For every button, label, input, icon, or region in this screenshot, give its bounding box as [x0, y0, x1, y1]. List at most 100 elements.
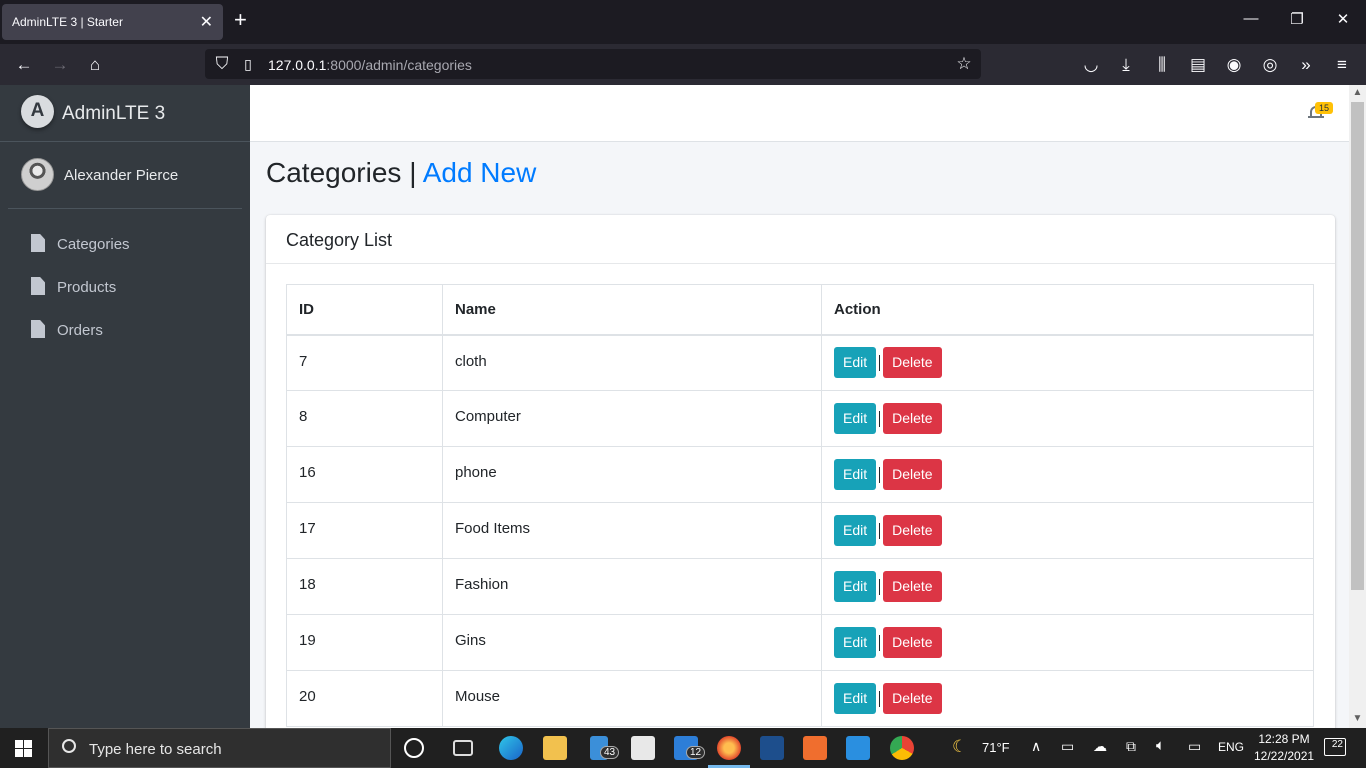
vscode-icon[interactable]: [846, 736, 870, 760]
overflow-chevron-icon[interactable]: »: [1295, 54, 1317, 76]
cell-name: Fashion: [442, 558, 822, 615]
forward-icon[interactable]: →: [49, 54, 71, 76]
delete-button[interactable]: Delete: [883, 403, 942, 434]
cell-name: Computer: [442, 390, 822, 447]
cortana-icon[interactable]: [404, 738, 424, 758]
table-row: 18 Fashion Edit Delete: [286, 558, 1314, 615]
page-scrollbar[interactable]: ▲ ▼: [1349, 85, 1366, 728]
shield-icon[interactable]: ⛉: [211, 53, 233, 75]
url-text[interactable]: 127.0.0.1:8000/admin/categories: [268, 57, 472, 73]
volume-icon[interactable]: 🔈︎: [1156, 737, 1165, 754]
bookmark-star-icon[interactable]: ☆: [953, 53, 975, 75]
action-divider: [879, 355, 881, 372]
scroll-down-icon[interactable]: ▼: [1352, 713, 1363, 724]
brand-link[interactable]: AdminLTE 3: [0, 85, 250, 142]
cell-id: 19: [286, 614, 443, 671]
extension-icon[interactable]: ◉: [1223, 54, 1245, 76]
color-extension-icon[interactable]: ◎: [1259, 54, 1281, 76]
table-row: 7 cloth Edit Delete: [286, 334, 1314, 391]
home-icon[interactable]: ⌂: [84, 54, 106, 76]
show-hidden-icons-icon[interactable]: ∧: [1031, 738, 1041, 755]
windows-start-icon[interactable]: [15, 740, 32, 757]
brand-logo: [21, 95, 54, 128]
cell-action: Edit Delete: [821, 670, 1314, 727]
user-name[interactable]: Alexander Pierce: [64, 167, 178, 184]
cell-name: Mouse: [442, 670, 822, 727]
card-title: Category List: [286, 230, 393, 250]
file-icon: [31, 234, 45, 252]
search-placeholder: Type here to search: [89, 741, 222, 758]
table-row: 20 Mouse Edit Delete: [286, 670, 1314, 727]
sidebar-item-products[interactable]: Products: [8, 268, 242, 308]
weather-temperature[interactable]: 71°F: [982, 740, 1010, 755]
language-indicator[interactable]: ENG: [1218, 740, 1244, 754]
delete-button[interactable]: Delete: [883, 515, 942, 546]
cell-action: Edit Delete: [821, 446, 1314, 503]
user-panel[interactable]: Alexander Pierce: [8, 142, 242, 209]
notification-center-icon[interactable]: 22: [1324, 738, 1346, 756]
column-header-id: ID: [286, 284, 443, 336]
delete-button[interactable]: Delete: [883, 459, 942, 490]
scroll-up-icon[interactable]: ▲: [1352, 87, 1363, 98]
column-header-name: Name: [442, 284, 822, 336]
sidebar-item-label: Categories: [57, 236, 130, 253]
clock[interactable]: 12:28 PM 12/22/2021: [1254, 731, 1314, 765]
avatar: [21, 158, 54, 191]
reader-view-icon[interactable]: ▤: [1187, 54, 1209, 76]
firefox-icon[interactable]: [717, 736, 741, 760]
back-icon[interactable]: ←: [13, 54, 35, 76]
pocket-icon[interactable]: ◡: [1080, 54, 1102, 76]
new-tab-icon[interactable]: +: [234, 9, 247, 31]
cell-id: 7: [286, 334, 443, 391]
delete-button[interactable]: Delete: [883, 683, 942, 714]
edge-icon[interactable]: [499, 736, 523, 760]
cell-action: Edit Delete: [821, 334, 1314, 391]
edit-button[interactable]: Edit: [834, 347, 877, 379]
sidebar: AdminLTE 3 Alexander Pierce Categories P…: [0, 85, 250, 728]
close-tab-icon[interactable]: ✕: [200, 12, 213, 32]
delete-button[interactable]: Delete: [883, 571, 942, 602]
category-card: Category List ID Name Action 7 cloth Edi…: [266, 215, 1335, 728]
cell-name: Food Items: [442, 502, 822, 559]
add-new-link[interactable]: Add New: [423, 157, 537, 188]
minimize-icon[interactable]: —: [1241, 10, 1261, 30]
delete-button[interactable]: Delete: [883, 347, 942, 379]
table-row: 8 Computer Edit Delete: [286, 390, 1314, 447]
scroll-thumb[interactable]: [1351, 102, 1364, 590]
chrome-icon[interactable]: [890, 736, 914, 760]
browser-nav-bar: ← → ⌂ ⛉ ▯ 127.0.0.1:8000/admin/categorie…: [0, 44, 1366, 85]
delete-button[interactable]: Delete: [883, 627, 942, 658]
library-icon[interactable]: ⫼: [1151, 54, 1173, 76]
brand-text: AdminLTE 3: [62, 103, 166, 124]
browser-tab[interactable]: AdminLTE 3 | Starter ✕: [2, 4, 223, 40]
terminal-icon[interactable]: [760, 736, 784, 760]
file-explorer-icon[interactable]: [543, 736, 567, 760]
page-icon: ▯: [244, 56, 252, 72]
download-icon[interactable]: ⤓: [1115, 54, 1137, 76]
cell-name: Gins: [442, 614, 822, 671]
address-bar[interactable]: ⛉ ▯ 127.0.0.1:8000/admin/categories ☆: [205, 49, 981, 79]
taskbar-search[interactable]: Type here to search: [48, 728, 391, 768]
edit-button[interactable]: Edit: [834, 403, 877, 434]
edit-button[interactable]: Edit: [834, 515, 877, 546]
title-separator: |: [409, 157, 417, 188]
battery-icon[interactable]: ▭: [1188, 738, 1201, 755]
sidebar-item-orders[interactable]: Orders: [8, 311, 242, 351]
table-row: 19 Gins Edit Delete: [286, 614, 1314, 671]
onedrive-icon[interactable]: ☁: [1093, 738, 1107, 755]
xampp-icon[interactable]: [803, 736, 827, 760]
task-view-icon[interactable]: [453, 740, 473, 756]
network-icon[interactable]: ▭: [1061, 738, 1074, 755]
edit-button[interactable]: Edit: [834, 571, 877, 602]
restore-icon[interactable]: ❐: [1287, 10, 1307, 30]
sidebar-item-categories[interactable]: Categories: [8, 225, 242, 265]
menu-icon[interactable]: ≡: [1331, 54, 1353, 76]
edit-button[interactable]: Edit: [834, 683, 877, 714]
weather-icon: ☾: [952, 737, 968, 756]
action-divider: [879, 635, 881, 652]
edit-button[interactable]: Edit: [834, 459, 877, 490]
device-icon[interactable]: ⧉: [1126, 738, 1136, 755]
window-close-icon[interactable]: ✕: [1333, 10, 1353, 30]
edit-button[interactable]: Edit: [834, 627, 877, 658]
store-icon[interactable]: [631, 736, 655, 760]
